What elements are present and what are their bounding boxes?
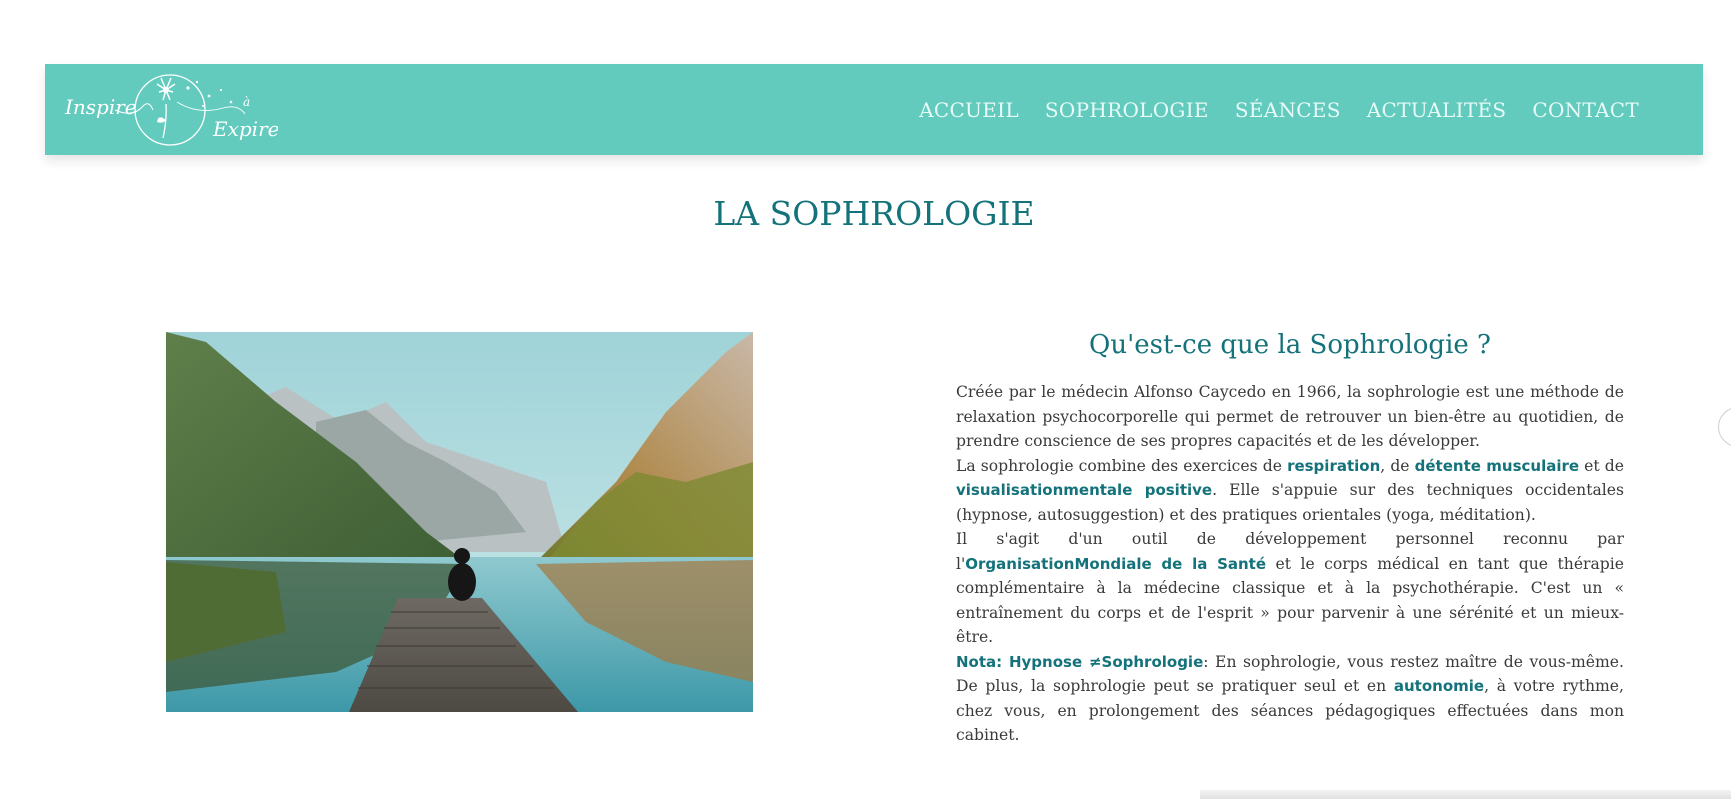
dandelion-logo-icon: Inspire à Expire [64,74,278,146]
page-title: LA SOPHROLOGIE [713,194,1035,233]
paragraph-techniques: La sophrologie combine des exercices de … [956,454,1624,528]
nav-item-sophrologie[interactable]: SOPHROLOGIE [1045,98,1209,122]
site-logo[interactable]: Inspire à Expire [63,70,278,150]
lake-photo [166,332,753,712]
highlight-detente: détente musculaire [1414,456,1580,475]
nav-item-accueil[interactable]: ACCUEIL [919,98,1019,122]
logo-text-top: Inspire [64,95,137,119]
paragraph-recognition: Il s'agit d'un outil de développement pe… [956,527,1624,650]
paragraph-intro: Créée par le médecin Alfonso Caycedo en … [956,383,1624,450]
site-header: Inspire à Expire ACCUEIL SOPHROLOGIE SÉA… [45,64,1703,155]
text-segment: et de [1579,456,1624,475]
nav-item-contact[interactable]: CONTACT [1532,98,1639,122]
text-segment: , de [1380,456,1415,475]
highlight-respiration: respiration [1287,456,1381,475]
highlight-oms: OrganisationMondiale de la Santé [965,554,1267,573]
section-title: Qu'est-ce que la Sophrologie ? [1089,330,1491,360]
paragraph-nota: Nota: Hypnose ≠Sophrologie: En sophrolog… [956,650,1624,748]
scroll-button[interactable] [1718,407,1731,447]
highlight-visualisation: visualisationmentale positive [956,481,1213,499]
section-body: Créée par le médecin Alfonso Caycedo en … [956,380,1624,748]
bottom-widget-edge [1200,790,1731,799]
main-nav: ACCUEIL SOPHROLOGIE SÉANCES ACTUALITÉS C… [919,64,1639,155]
text-segment: La sophrologie combine des exercices de [956,456,1288,475]
highlight-autonomie: autonomie [1393,677,1485,695]
highlight-nota: Nota: Hypnose ≠Sophrologie [956,652,1204,671]
nav-item-actualites[interactable]: ACTUALITÉS [1367,98,1507,122]
logo-text-bottom: Expire [212,117,278,141]
nav-item-seances[interactable]: SÉANCES [1235,98,1341,122]
logo-text-middle: à [243,95,250,109]
